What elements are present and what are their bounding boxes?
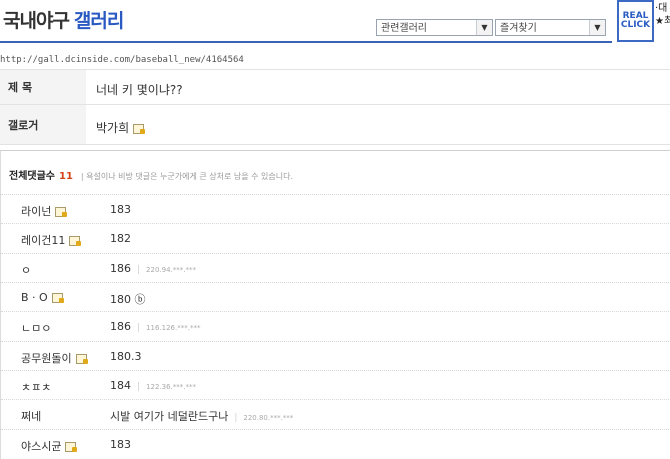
comment-row: 야스시균 183	[1, 429, 670, 458]
author-value[interactable]: 박가희	[96, 119, 146, 136]
post-url[interactable]: http://gall.dcinside.com/baseball_new/41…	[0, 55, 244, 65]
comment-text: 183	[110, 203, 131, 216]
comment-text: 186 | 116.126.***.***	[110, 320, 200, 333]
comment-row: 레이건11 182	[1, 223, 670, 252]
gallog-icon[interactable]	[55, 206, 68, 217]
comment-nick-text: ㄴㅁㅇ	[21, 322, 52, 335]
comment-nick[interactable]: ㄴㅁㅇ	[21, 320, 51, 336]
ip-separator: |	[234, 413, 238, 423]
comment-count-label: 전체댓글수	[9, 171, 55, 182]
comment-text: 183	[110, 438, 131, 451]
comment-nick-text: B · O	[21, 291, 48, 304]
comment-text: 186 | 220.94.***.***	[110, 262, 196, 275]
gallery-title[interactable]: 국내야구 갤러리	[3, 6, 124, 33]
comment-notice: | 욕설이나 비방 댓글은 누군가에게 큰 상처로 남을 수 있습니다.	[80, 172, 294, 181]
related-gallery-select-value: 관련갤러리	[381, 23, 427, 34]
comment-body: 180 ⓑ	[110, 293, 146, 306]
comment-section: 전체댓글수 11 | 욕설이나 비방 댓글은 누군가에게 큰 상처로 남을 수 있습…	[0, 150, 670, 459]
gallery-title-main: 국내야구	[3, 10, 70, 32]
favorites-select-value: 즐겨찾기	[500, 23, 537, 34]
comment-count: 11	[59, 171, 73, 182]
gallog-icon[interactable]	[69, 235, 82, 246]
gallog-icon[interactable]	[75, 353, 88, 364]
comment-text: 시발 여기가 네덜란드구나 | 220.80.***.***	[110, 408, 293, 424]
comment-ip: 220.80.***.***	[243, 414, 294, 422]
subject-row: 제 목 너네 키 몇이냐??	[0, 69, 670, 104]
comment-body: 186	[110, 320, 131, 333]
comment-nick-text: ㅇ	[21, 264, 32, 277]
chevron-down-icon: ▼	[476, 20, 492, 35]
side-ad-line2: ★최	[655, 16, 670, 27]
comment-row: 쩌네 시발 여기가 네덜란드구나 | 220.80.***.***	[1, 399, 670, 428]
gallery-header: 국내야구 갤러리 관련갤러리 ▼ 즐겨찾기 ▼ REAL CLICK ·대 ★최	[0, 0, 670, 46]
ip-separator: |	[137, 323, 141, 333]
comment-ip: 122.36.***.***	[146, 383, 196, 391]
comment-nick[interactable]: 라이넌	[21, 203, 68, 219]
chevron-down-icon: ▼	[589, 20, 605, 35]
comment-row: 공무원돌이 180.3	[1, 341, 670, 370]
subject-label: 제 목	[0, 70, 86, 104]
comment-nick[interactable]: 야스시균	[21, 438, 78, 454]
comment-nick[interactable]: B · O	[21, 291, 64, 304]
author-label: 갤로거	[0, 105, 86, 144]
side-ad-line1: ·대	[655, 3, 668, 14]
comment-body: 시발 여기가 네덜란드구나	[110, 410, 229, 423]
related-gallery-select[interactable]: 관련갤러리 ▼	[376, 19, 493, 36]
comment-text: 180.3	[110, 350, 142, 363]
comment-nick[interactable]: ㅇ	[21, 262, 31, 278]
comment-nick-text: 쩌네	[21, 410, 42, 423]
ip-separator: |	[137, 382, 141, 392]
comment-body: 183	[110, 438, 131, 451]
comment-row: B · O 180 ⓑ	[1, 282, 670, 311]
comment-text: 184 | 122.36.***.***	[110, 379, 196, 392]
comment-row: ㅊㅍㅊ 184 | 122.36.***.***	[1, 370, 670, 399]
comment-nick-text: ㅊㅍㅊ	[21, 381, 52, 394]
comment-nick[interactable]: 공무원돌이	[21, 350, 88, 366]
comment-row: 라이넌 183	[1, 194, 670, 223]
gallog-icon[interactable]	[51, 292, 64, 303]
ip-separator: |	[137, 265, 141, 275]
comment-body: 182	[110, 232, 131, 245]
gallog-icon[interactable]	[65, 441, 78, 452]
comment-nick[interactable]: 레이건11	[21, 232, 82, 248]
comment-ip: 116.126.***.***	[146, 324, 201, 332]
comment-text: 180 ⓑ	[110, 291, 146, 307]
author-nick: 박가희	[96, 121, 130, 135]
comment-body: 186	[110, 262, 131, 275]
comment-ip: 220.94.***.***	[146, 266, 196, 274]
comment-nick-text: 공무원돌이	[21, 352, 72, 365]
gallog-icon[interactable]	[133, 123, 146, 134]
comment-row: ㅇ 186 | 220.94.***.***	[1, 253, 670, 282]
comment-row: ㄴㅁㅇ 186 | 116.126.***.***	[1, 311, 670, 340]
realclick-line2: CLICK	[620, 20, 651, 30]
comment-count-bar: 전체댓글수 11 | 욕설이나 비방 댓글은 누군가에게 큰 상처로 남을 수 있습…	[9, 167, 293, 182]
comment-body: 180.3	[110, 350, 142, 363]
header-divider	[0, 41, 612, 43]
subject-value: 너네 키 몇이냐??	[96, 83, 183, 97]
comment-nick-text: 라이넌	[21, 205, 52, 218]
comment-nick-text: 야스시균	[21, 440, 62, 453]
gallery-title-accent: 갤러리	[73, 10, 124, 32]
comment-body: 183	[110, 203, 131, 216]
realclick-ad-logo[interactable]: REAL CLICK	[617, 0, 654, 42]
comment-nick[interactable]: 쩌네	[21, 408, 41, 424]
comment-nick-text: 레이건11	[21, 234, 66, 247]
comment-body: 184	[110, 379, 131, 392]
comment-nick[interactable]: ㅊㅍㅊ	[21, 379, 51, 395]
author-row: 갤로거 박가희	[0, 104, 670, 145]
comment-text: 182	[110, 232, 131, 245]
favorites-select[interactable]: 즐겨찾기 ▼	[495, 19, 606, 36]
side-ad-text[interactable]: ·대 ★최	[655, 2, 670, 28]
